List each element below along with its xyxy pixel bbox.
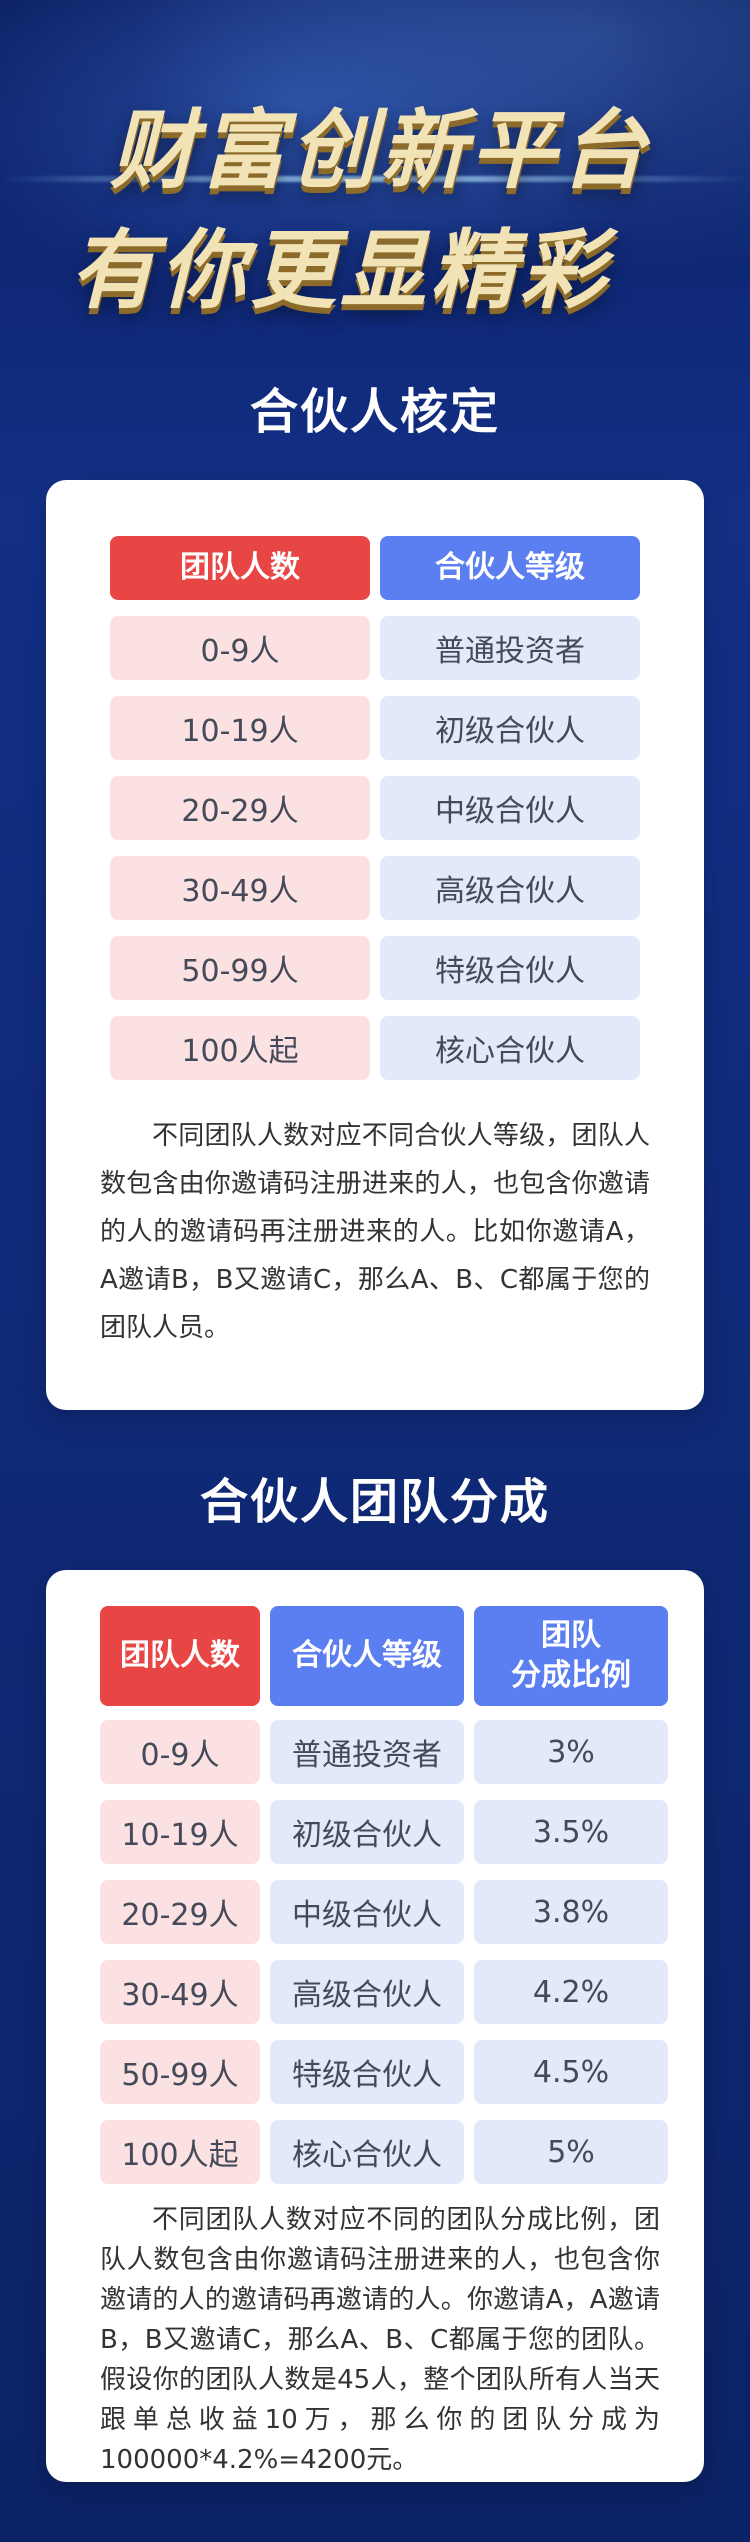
table-cell: 20-29人 <box>110 776 370 840</box>
partner-level-description: 不同团队人数对应不同合伙人等级，团队人数包含由你邀请码注册进来的人，也包含你邀请… <box>100 1121 650 1343</box>
table-cell: 10-19人 <box>100 1800 260 1864</box>
section-title-team-share: 合伙人团队分成 <box>199 1474 550 1530</box>
table-cell: 初级合伙人 <box>270 1800 464 1864</box>
hero-title-line1: 财富创新平台 <box>110 101 650 201</box>
header-team-size: 团队人数 <box>100 1606 260 1706</box>
table-cell: 中级合伙人 <box>380 776 640 840</box>
table-cell: 高级合伙人 <box>270 1960 464 2024</box>
table-cell: 中级合伙人 <box>270 1880 464 1944</box>
partner-level-card: 团队人数 合伙人等级 0-9人 普通投资者 10-19人 初级合伙人 20-29… <box>46 480 704 1410</box>
table-cell: 30-49人 <box>100 1960 260 2024</box>
table-cell: 普通投资者 <box>270 1720 464 1784</box>
table-cell: 3.8% <box>474 1880 668 1944</box>
table-cell: 4.5% <box>474 2040 668 2104</box>
team-share-card: 团队人数 合伙人等级 团队 分成比例 0-9人 普通投资者 3% 10-19人 … <box>46 1570 704 2482</box>
table-cell: 0-9人 <box>100 1720 260 1784</box>
table-cell: 50-99人 <box>100 2040 260 2104</box>
header-team-size: 团队人数 <box>110 536 370 600</box>
table-cell: 50-99人 <box>110 936 370 1000</box>
table-cell: 高级合伙人 <box>380 856 640 920</box>
table-cell: 3.5% <box>474 1800 668 1864</box>
hero-title-line2: 有你更显精彩 <box>70 221 610 321</box>
header-partner-level: 合伙人等级 <box>380 536 640 600</box>
table-cell: 30-49人 <box>110 856 370 920</box>
hero-banner: 财富创新平台 有你更显精彩 <box>0 0 750 340</box>
table-cell: 100人起 <box>100 2120 260 2184</box>
table-cell: 核心合伙人 <box>380 1016 640 1080</box>
team-share-description: 不同团队人数对应不同的团队分成比例，团队人数包含由你邀请码注册进来的人，也包含你… <box>100 2205 660 2475</box>
header-partner-level: 合伙人等级 <box>270 1606 464 1706</box>
section-title-partner-level: 合伙人核定 <box>249 384 500 440</box>
table-cell: 4.2% <box>474 1960 668 2024</box>
table-cell: 核心合伙人 <box>270 2120 464 2184</box>
table-cell: 0-9人 <box>110 616 370 680</box>
table-cell: 5% <box>474 2120 668 2184</box>
table-cell: 普通投资者 <box>380 616 640 680</box>
table-cell: 特级合伙人 <box>380 936 640 1000</box>
table-cell: 20-29人 <box>100 1880 260 1944</box>
table-cell: 初级合伙人 <box>380 696 640 760</box>
table-cell: 3% <box>474 1720 668 1784</box>
table-cell: 10-19人 <box>110 696 370 760</box>
table-cell: 100人起 <box>110 1016 370 1080</box>
header-share-ratio: 团队 分成比例 <box>474 1606 668 1706</box>
table-cell: 特级合伙人 <box>270 2040 464 2104</box>
